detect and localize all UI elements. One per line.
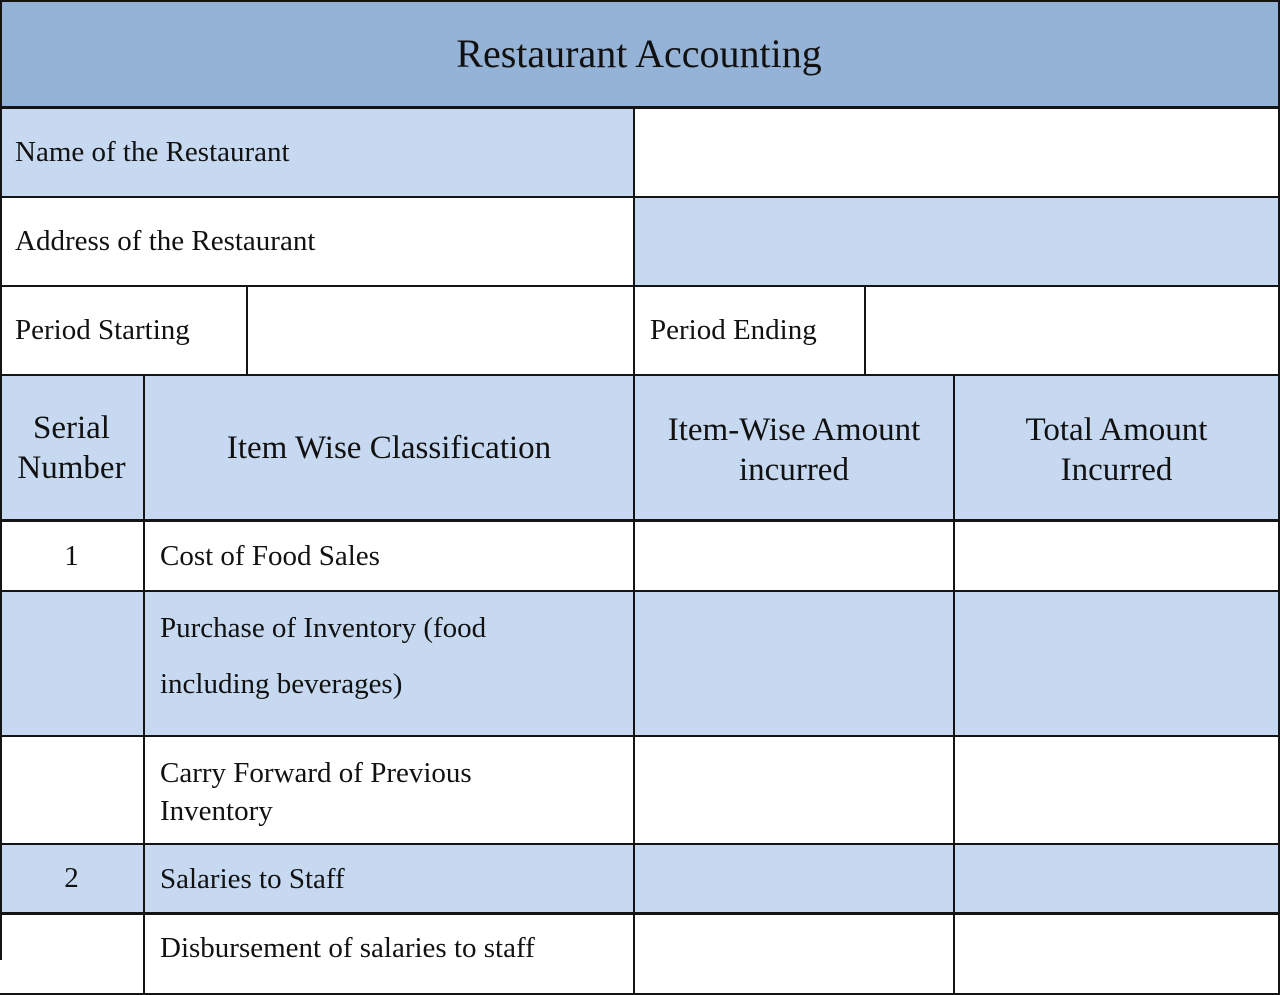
row-itemwise-amount-input[interactable] — [635, 915, 955, 995]
period-end-input[interactable] — [866, 287, 1280, 376]
form-title: Restaurant Accounting — [456, 30, 822, 76]
row-itemwise-amount-input[interactable] — [635, 845, 955, 915]
row-serial — [0, 592, 145, 737]
header-item-classification: Item Wise Classification — [145, 376, 635, 522]
period-end-label-cell: Period Ending — [635, 287, 866, 376]
address-label-cell: Address of the Restaurant — [0, 198, 635, 287]
row-itemwise-amount-input[interactable] — [635, 737, 955, 845]
row-item: Salaries to Staff — [145, 845, 635, 915]
row-total-amount-input[interactable] — [955, 915, 1280, 995]
row-itemwise-amount-input[interactable] — [635, 522, 955, 592]
header-serial-number: Serial Number — [0, 376, 145, 522]
row-item: Disbursement of salaries to staff — [145, 915, 635, 995]
row-serial — [0, 737, 145, 845]
row-total-amount-input[interactable] — [955, 737, 1280, 845]
header-total-amount: Total Amount Incurred — [955, 376, 1280, 522]
row-item: Carry Forward of Previous Inventory — [145, 737, 635, 845]
name-label: Name of the Restaurant — [15, 136, 290, 168]
row-itemwise-amount-input[interactable] — [635, 592, 955, 737]
form-title-cell: Restaurant Accounting — [0, 0, 1280, 109]
name-label-cell: Name of the Restaurant — [0, 109, 635, 198]
row-serial: 2 — [0, 845, 145, 915]
period-start-label: Period Starting — [15, 314, 190, 346]
row-serial — [0, 915, 145, 995]
period-end-label: Period Ending — [650, 314, 817, 346]
period-start-input[interactable] — [248, 287, 635, 376]
row-item: Cost of Food Sales — [145, 522, 635, 592]
header-itemwise-amount: Item-Wise Amount incurred — [635, 376, 955, 522]
period-start-label-cell: Period Starting — [0, 287, 248, 376]
name-input[interactable] — [635, 109, 1280, 198]
row-item: Purchase of Inventory (food including be… — [145, 592, 635, 737]
row-total-amount-input[interactable] — [955, 592, 1280, 737]
row-total-amount-input[interactable] — [955, 522, 1280, 592]
address-input[interactable] — [635, 198, 1280, 287]
address-label: Address of the Restaurant — [15, 225, 316, 257]
row-total-amount-input[interactable] — [955, 845, 1280, 915]
row-serial: 1 — [0, 522, 145, 592]
